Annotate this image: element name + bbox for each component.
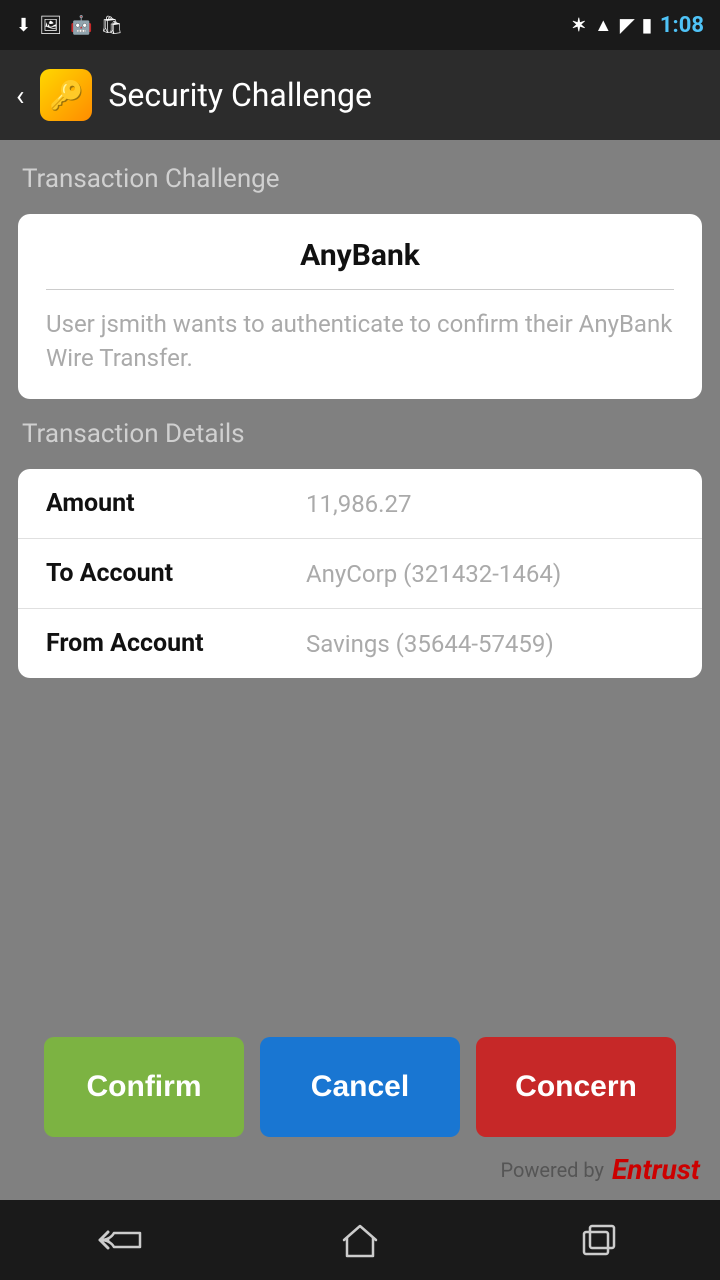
to-account-label: To Account	[46, 559, 306, 588]
transaction-challenge-label: Transaction Challenge	[18, 164, 702, 194]
bag-icon: 🛍	[100, 15, 123, 36]
status-bar: ⬇ 🖼 🤖 🛍 ✶ ▲ ◤ ▮ 1:08	[0, 0, 720, 50]
status-bar-left: ⬇ 🖼 🤖 🛍	[16, 15, 123, 36]
status-bar-right: ✶ ▲ ◤ ▮ 1:08	[571, 13, 704, 38]
from-account-value: Savings (35644-57459)	[306, 630, 674, 658]
cancel-button[interactable]: Cancel	[260, 1037, 460, 1137]
battery-icon: ▮	[642, 15, 652, 36]
image-icon: 🖼	[39, 15, 62, 36]
powered-by-area: Powered by Entrust	[0, 1153, 720, 1200]
app-bar: ‹ 🔑 Security Challenge	[0, 50, 720, 140]
main-content: Transaction Challenge AnyBank User jsmit…	[0, 140, 720, 1017]
amount-value: 11,986.27	[306, 490, 674, 518]
app-bar-title: Security Challenge	[108, 76, 372, 114]
bank-name: AnyBank	[46, 238, 674, 290]
confirm-button[interactable]: Confirm	[44, 1037, 244, 1137]
to-account-row: To Account AnyCorp (321432-1464)	[18, 539, 702, 609]
android-icon: 🤖	[70, 15, 92, 36]
from-account-row: From Account Savings (35644-57459)	[18, 609, 702, 678]
amount-row: Amount 11,986.27	[18, 469, 702, 539]
status-time: 1:08	[660, 13, 704, 38]
signal-icon: ◤	[620, 15, 634, 36]
nav-home-button[interactable]	[320, 1210, 400, 1270]
nav-bar	[0, 1200, 720, 1280]
transaction-challenge-card: AnyBank User jsmith wants to authenticat…	[18, 214, 702, 399]
action-buttons: Confirm Cancel Concern	[0, 1017, 720, 1153]
powered-by-text: Powered by	[500, 1158, 604, 1182]
transaction-details-label: Transaction Details	[18, 419, 702, 449]
bluetooth-icon: ✶	[571, 15, 586, 36]
download-icon: ⬇	[16, 15, 31, 36]
challenge-description: User jsmith wants to authenticate to con…	[46, 308, 674, 375]
amount-label: Amount	[46, 489, 306, 518]
wifi-icon: ▲	[594, 15, 612, 36]
transaction-details-card: Amount 11,986.27 To Account AnyCorp (321…	[18, 469, 702, 678]
entrust-brand: Entrust	[612, 1153, 700, 1186]
back-button[interactable]: ‹	[16, 79, 24, 112]
concern-button[interactable]: Concern	[476, 1037, 676, 1137]
nav-back-button[interactable]	[80, 1210, 160, 1270]
app-icon: 🔑	[40, 69, 92, 121]
to-account-value: AnyCorp (321432-1464)	[306, 560, 674, 588]
from-account-label: From Account	[46, 629, 306, 658]
nav-recents-button[interactable]	[560, 1210, 640, 1270]
